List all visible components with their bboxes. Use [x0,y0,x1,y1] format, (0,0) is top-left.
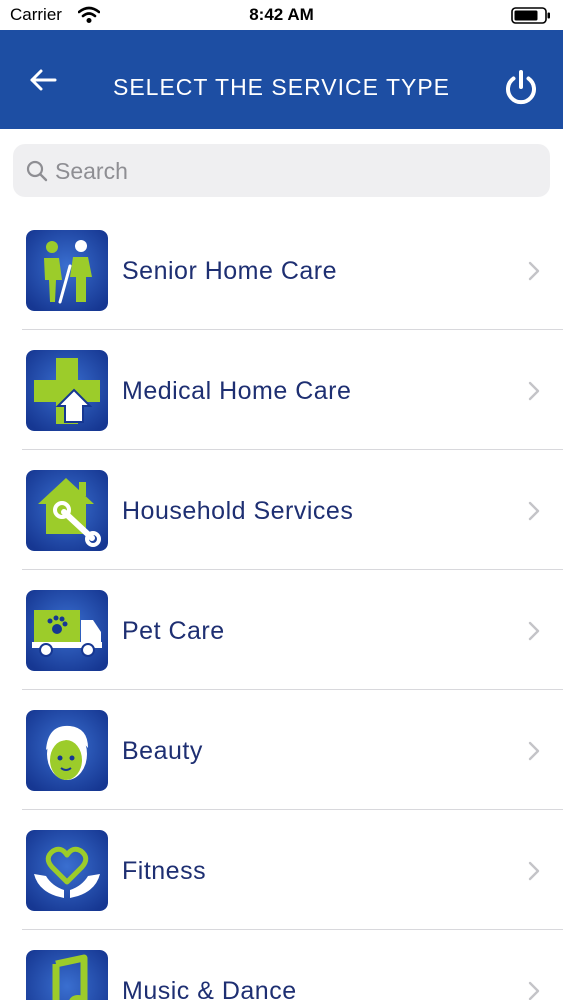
back-arrow-icon[interactable] [22,62,64,98]
service-item-fitness[interactable]: Fitness [0,810,563,930]
music-dance-icon [26,950,108,1000]
service-label: Fitness [122,857,207,885]
fitness-icon [26,830,108,911]
household-services-icon [26,470,108,551]
power-icon[interactable] [501,68,541,108]
service-label: Pet Care [122,617,225,645]
chevron-right-icon [528,261,540,281]
service-label: Senior Home Care [122,257,338,285]
service-item-pet-care[interactable]: Pet Care [0,570,563,690]
status-bar: Carrier 8:42 AM [0,0,563,30]
senior-care-icon [26,230,108,311]
service-label: Music & Dance [122,977,297,1000]
chevron-right-icon [528,981,540,1000]
medical-care-icon [26,350,108,431]
nav-bar: SELECT THE SERVICE TYPE [0,30,563,129]
service-item-music-dance[interactable]: Music & Dance [0,930,563,1000]
pet-care-icon [26,590,108,671]
chevron-right-icon [528,861,540,881]
beauty-icon [26,710,108,791]
chevron-right-icon [528,501,540,521]
service-item-medical-home-care[interactable]: Medical Home Care [0,330,563,450]
clock: 8:42 AM [249,5,314,24]
service-list: Senior Home Care Medical Home Care House… [0,210,563,1000]
service-item-beauty[interactable]: Beauty [0,690,563,810]
battery-icon [511,7,550,24]
service-item-senior-home-care[interactable]: Senior Home Care [0,210,563,330]
chevron-right-icon [528,381,540,401]
search-bar [13,144,550,197]
service-label: Household Services [122,497,354,525]
service-item-household-services[interactable]: Household Services [0,450,563,570]
search-input[interactable] [55,152,535,190]
search-icon [26,160,48,182]
page-title: SELECT THE SERVICE TYPE [112,74,451,100]
service-label: Medical Home Care [122,377,352,405]
chevron-right-icon [528,621,540,641]
chevron-right-icon [528,741,540,761]
service-label: Beauty [122,737,203,765]
